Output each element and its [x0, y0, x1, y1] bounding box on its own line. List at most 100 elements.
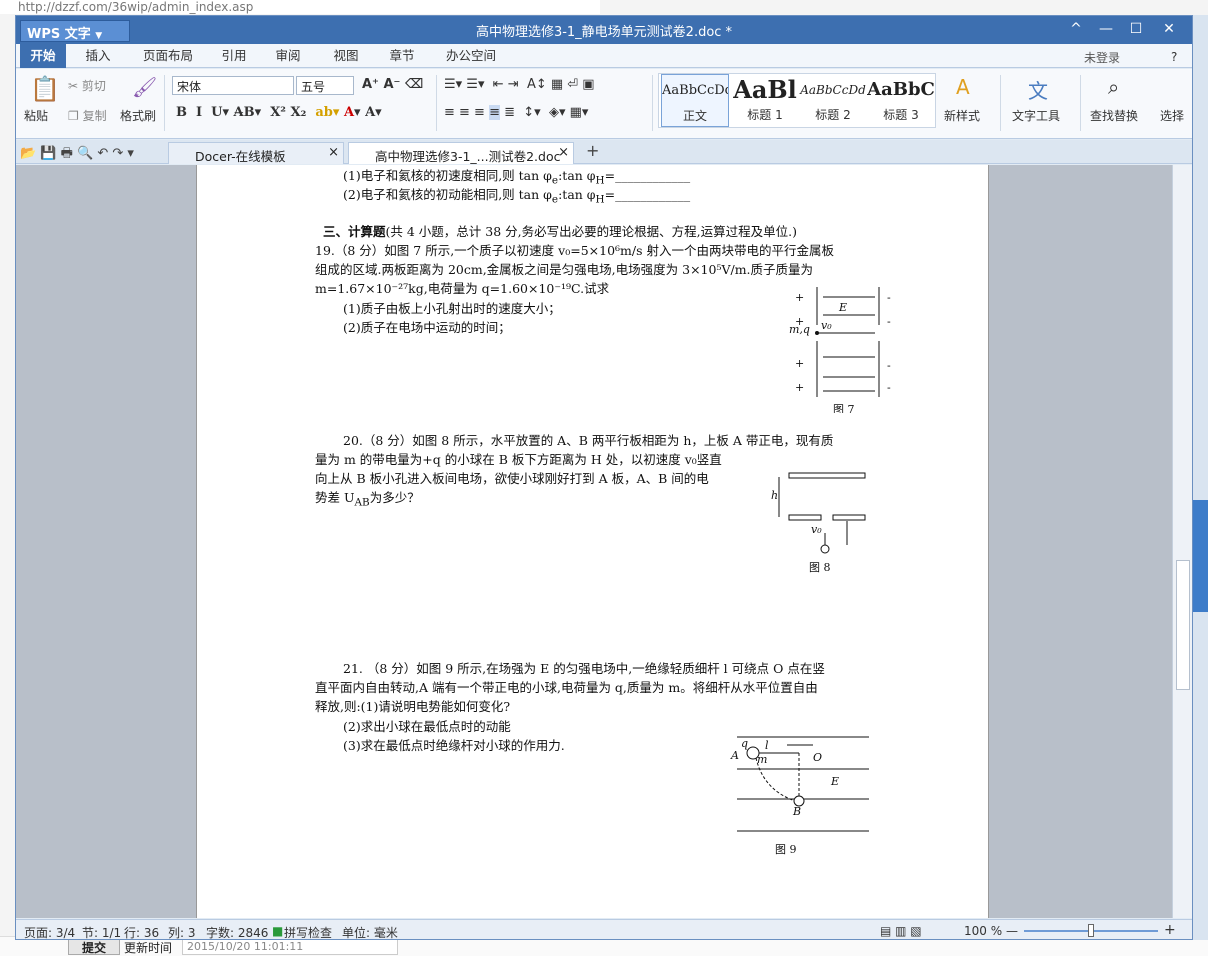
update-time-label: 更新时间 [124, 941, 173, 955]
style-heading-1[interactable]: AaBl 标题 1 [731, 74, 799, 127]
svg-text:-: - [887, 381, 891, 394]
document-title: 高中物理选修3-1_静电场单元测试卷2.doc * [475, 25, 733, 40]
text-tools-icon[interactable]: 文 [1028, 75, 1048, 104]
scroll-thumb[interactable] [1176, 560, 1190, 690]
browser-url: http://dzzf.com/36wip/admin_index.asp [0, 0, 600, 14]
zoom-slider-thumb[interactable] [1088, 924, 1094, 937]
tab-home[interactable]: 开始 [20, 44, 66, 68]
q19-line: (2)质子在电场中运动的时间； [343, 320, 511, 335]
tab-page-layout[interactable]: 页面布局 [132, 44, 204, 68]
new-tab-icon[interactable]: + [586, 141, 599, 160]
document-area: (1)电子和氦核的初速度相同,则 tan φe:tan φH=_________… [16, 165, 1172, 918]
tab-docer[interactable]: Docer-在线模板 × [168, 142, 344, 164]
figure-8: h v₀ 图 8 [771, 472, 866, 574]
side-panel-handle[interactable] [1193, 500, 1208, 612]
fig9-q-label: q [741, 737, 748, 750]
scissors-icon: ✂ [68, 79, 82, 93]
collapse-ribbon-button[interactable]: ^ [1061, 18, 1091, 40]
q19-line: (1)质子由板上小孔射出时的速度大小； [343, 301, 561, 316]
tab-chapter[interactable]: 章节 [380, 44, 424, 68]
new-style-icon[interactable]: A [956, 75, 970, 99]
style-sample: AaBbC [867, 79, 935, 100]
cut-button[interactable]: ✂ 剪切 [68, 77, 106, 94]
style-label: 正文 [682, 109, 707, 123]
format-painter-button[interactable]: 格式刷 [120, 107, 156, 124]
minimize-button[interactable]: — [1091, 18, 1121, 40]
tab-insert[interactable]: 插入 [74, 44, 122, 68]
tab-office-space[interactable]: 办公空间 [438, 44, 504, 68]
new-style-button[interactable]: 新样式 [944, 107, 980, 124]
copy-label: 复制 [82, 109, 107, 123]
right-edge-panel [1193, 15, 1208, 940]
svg-text:+: + [795, 381, 804, 394]
svg-text:-: - [887, 359, 891, 372]
style-heading-3[interactable]: AaBbC 标题 3 [867, 74, 935, 127]
status-page: 页面: 3/4 [24, 926, 76, 940]
style-heading-2[interactable]: AaBbCcDd 标题 2 [799, 74, 867, 127]
figure-9: q l A m O E B 图 9 [730, 736, 869, 856]
document-tab-bar: 📂 💾 🖶 🔍 ↶ ↷ ▾ Docer-在线模板 × 高中物理选修3-1_...测… [16, 140, 1192, 180]
grow-font-icon[interactable]: A⁺ A⁻ ⌫ [362, 77, 423, 92]
list-icons[interactable]: ☰▾ ☰▾ ⇤ ⇥ A↕ ▦ ⏎ ▣ [444, 77, 595, 92]
align-icons[interactable]: ≡ ≡ ≡ ≡ ≣ ↕▾ ◈▾ ▦▾ [444, 105, 588, 120]
vertical-scrollbar[interactable] [1172, 165, 1192, 918]
style-gallery: AaBbCcDd 正文 AaBl 标题 1 AaBbCcDd 标题 2 AaBbC 标题… [658, 73, 936, 128]
status-unit[interactable]: 单位: 毫米 [342, 924, 398, 939]
font-size-select[interactable]: 五号 [296, 76, 354, 95]
fig9-m-label: m [757, 753, 767, 766]
tab-references[interactable]: 引用 [212, 44, 256, 68]
select-button[interactable]: 选择 [1160, 107, 1184, 124]
tab-review[interactable]: 审阅 [266, 44, 310, 68]
fig8-h-label: h [771, 489, 778, 502]
fig9-B-label: B [792, 805, 801, 818]
fig9-A-label: A [730, 749, 739, 762]
tab-document[interactable]: 高中物理选修3-1_...测试卷2.doc *× [348, 142, 574, 180]
close-tab-icon[interactable]: × [558, 145, 569, 160]
fig7-mq-label: m,q [789, 323, 810, 336]
fig9-caption: 图 9 [775, 843, 797, 856]
status-row: 行: 36 [124, 926, 160, 940]
spell-check-button[interactable]: 拼写检查 [284, 924, 332, 939]
style-sample: AaBl [733, 75, 797, 104]
help-button[interactable]: ? [1171, 50, 1177, 64]
font-name-select[interactable]: 宋体 [172, 76, 294, 95]
style-label: 标题 2 [815, 108, 851, 122]
close-tab-icon[interactable]: × [328, 145, 339, 160]
document-page[interactable]: (1)电子和氦核的初速度相同,则 tan φe:tan φH=_________… [196, 165, 989, 918]
font-style-buttons[interactable]: B I U▾ A̶B▾ X² X₂ ab▾ A▾ A▾ [176, 105, 382, 120]
ribbon-toolbar: 📋 粘贴 ✂ 剪切 ❐ 复制 🖌 格式刷 宋体 五号 A⁺ A⁻ ⌫ B I U… [16, 69, 1192, 139]
copy-button[interactable]: ❐ 复制 [68, 107, 107, 124]
svg-text:+: + [795, 357, 804, 370]
zoom-in-icon[interactable]: + [1164, 922, 1176, 938]
paste-button[interactable]: 粘贴 [24, 107, 48, 124]
svg-text:+: + [795, 291, 804, 304]
close-button[interactable]: ✕ [1154, 18, 1184, 40]
section-heading: 三、计算题(共 4 小题，总计 38 分,务必写出必要的理论根据、方程,运算过程… [323, 224, 797, 239]
menu-bar: 开始 插入 页面布局 引用 审阅 视图 章节 办公空间 未登录 ? [16, 44, 1192, 68]
view-mode-icons[interactable]: ▤ ▥ ▧ [880, 924, 922, 938]
paste-icon[interactable]: 📋 [30, 75, 60, 103]
fig9-O-label: O [813, 751, 822, 764]
text-tools-button[interactable]: 文字工具 [1012, 107, 1060, 124]
tab-view[interactable]: 视图 [324, 44, 368, 68]
divider [436, 75, 437, 131]
fig7-v0-label: v₀ [821, 319, 832, 332]
find-replace-button[interactable]: 查找替换 [1090, 107, 1138, 124]
status-words[interactable]: 字数: 2846 [206, 924, 268, 939]
svg-text:-: - [887, 291, 891, 304]
zoom-out-icon[interactable]: — [1006, 924, 1018, 938]
q20-line: 向上从 B 板小孔进入板间电场，欲使小球刚好打到 A 板，A、B 间的电 [315, 471, 709, 486]
submit-button[interactable]: 提交 [68, 938, 120, 955]
maximize-button[interactable]: ☐ [1121, 18, 1151, 40]
style-normal[interactable]: AaBbCcDd 正文 [661, 74, 729, 127]
q19-line: 组成的区域.两板距离为 20cm,金属板之间是匀强电场,电场强度为 3×10⁵V… [315, 262, 814, 277]
brush-icon[interactable]: 🖌 [132, 75, 157, 99]
fig8-v0-label: v₀ [811, 523, 822, 536]
binoculars-icon[interactable]: ⌕ [1108, 75, 1119, 99]
quick-access-icons[interactable]: 📂 💾 🖶 🔍 ↶ ↷ ▾ [20, 144, 134, 166]
divider [652, 75, 653, 131]
status-col: 列: 3 [168, 926, 196, 940]
login-status[interactable]: 未登录 [1084, 49, 1120, 66]
svg-text:-: - [887, 315, 891, 328]
divider [164, 75, 165, 131]
